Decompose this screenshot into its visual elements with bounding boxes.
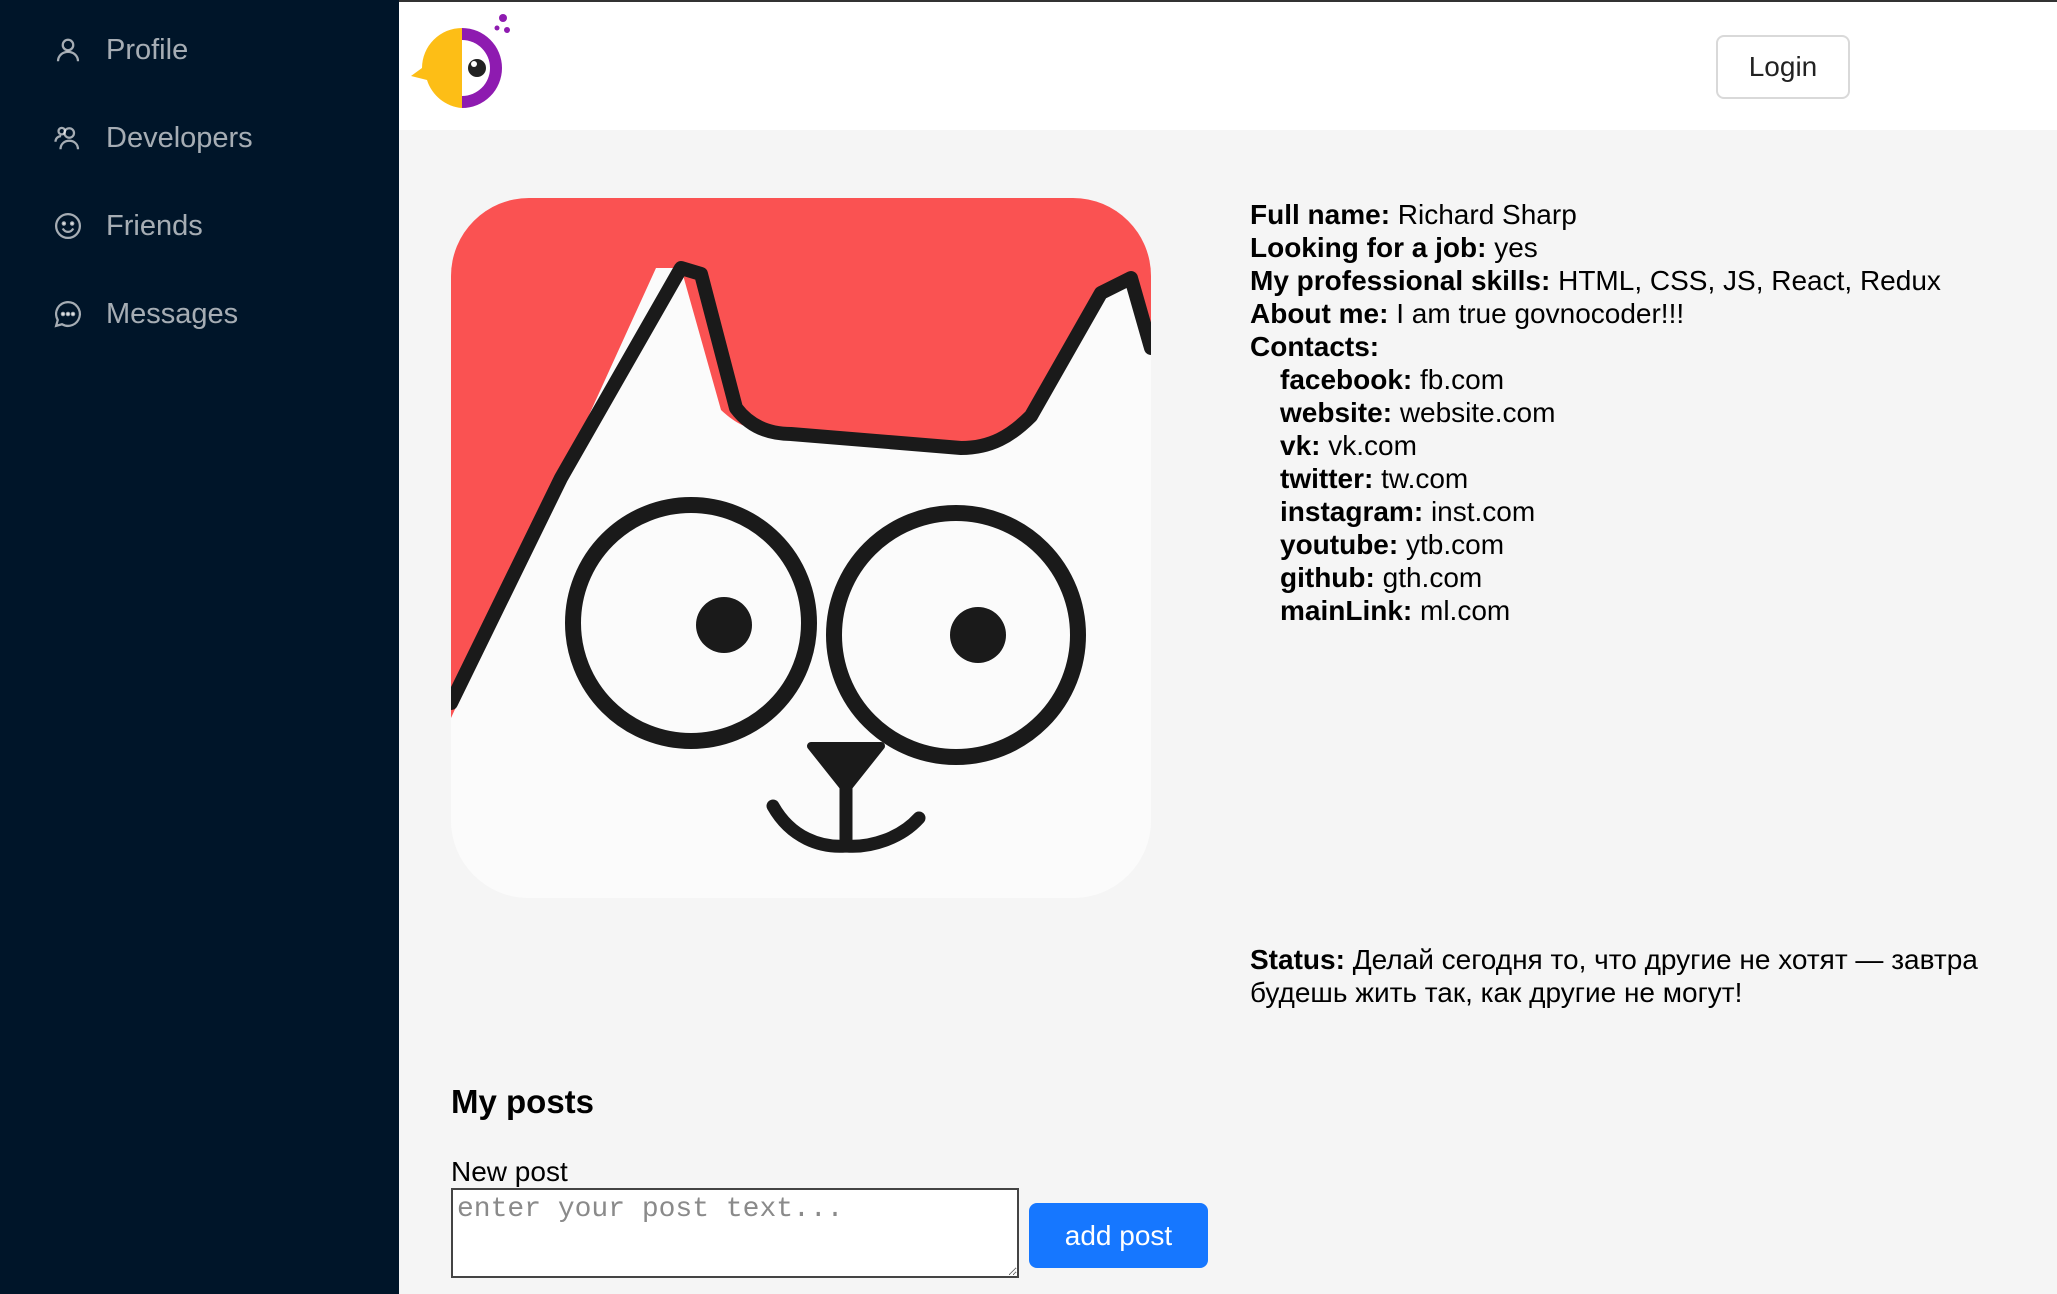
- contact-item: facebook: fb.com: [1280, 363, 1941, 396]
- message-icon: [52, 298, 84, 330]
- about-row: About me: I am true govnocoder!!!: [1250, 297, 1941, 330]
- sidebar: Profile Developers Friends Messages: [0, 0, 399, 1294]
- contact-value: tw.com: [1381, 463, 1469, 494]
- contact-key: twitter:: [1280, 463, 1374, 494]
- contact-item: youtube: ytb.com: [1280, 528, 1941, 561]
- contact-key: facebook:: [1280, 364, 1413, 395]
- contact-key: github:: [1280, 562, 1375, 593]
- sidebar-item-messages[interactable]: Messages: [52, 294, 238, 334]
- contact-value: website.com: [1399, 397, 1556, 428]
- full-name-row: Full name: Richard Sharp: [1250, 198, 1941, 231]
- smile-icon: [52, 210, 84, 242]
- contact-item: website: website.com: [1280, 396, 1941, 429]
- post-textarea[interactable]: [451, 1188, 1019, 1278]
- sidebar-item-label: Messages: [106, 297, 239, 330]
- looking-for-job-row: Looking for a job: yes: [1250, 231, 1941, 264]
- full-name-value: Richard Sharp: [1397, 199, 1577, 230]
- profile-info: Full name: Richard Sharp Looking for a j…: [1250, 198, 1941, 627]
- sidebar-item-friends[interactable]: Friends: [52, 206, 203, 246]
- contact-value: vk.com: [1328, 430, 1417, 461]
- add-post-button[interactable]: add post: [1029, 1203, 1208, 1268]
- contact-value: ml.com: [1420, 595, 1511, 626]
- contact-item: vk: vk.com: [1280, 429, 1941, 462]
- about-value: I am true govnocoder!!!: [1396, 298, 1685, 329]
- header: Login: [399, 0, 2057, 130]
- field-label: Looking for a job:: [1250, 232, 1487, 263]
- looking-for-job-value: yes: [1494, 232, 1538, 263]
- sidebar-item-label: Developers: [106, 121, 253, 154]
- field-label: My professional skills:: [1250, 265, 1551, 296]
- contact-key: vk:: [1280, 430, 1321, 461]
- posts-title: My posts: [451, 1083, 595, 1120]
- contact-value: fb.com: [1420, 364, 1505, 395]
- contact-key: mainLink:: [1280, 595, 1413, 626]
- user-icon: [52, 34, 84, 66]
- contact-item: mainLink: ml.com: [1280, 594, 1941, 627]
- field-label: Full name:: [1250, 199, 1391, 230]
- contact-value: gth.com: [1382, 562, 1483, 593]
- avatar: [451, 198, 1151, 898]
- contacts-heading: Contacts:: [1250, 331, 1380, 362]
- contact-item: twitter: tw.com: [1280, 462, 1941, 495]
- team-icon: [52, 122, 84, 154]
- contact-key: website:: [1280, 397, 1393, 428]
- contact-value: inst.com: [1430, 496, 1536, 527]
- contact-key: youtube:: [1280, 529, 1399, 560]
- cat-avatar: [451, 198, 1151, 898]
- sidebar-item-profile[interactable]: Profile: [52, 30, 188, 70]
- status-text: Делай сегодня то, что другие не хотят — …: [1250, 944, 1978, 1008]
- login-button[interactable]: Login: [1716, 35, 1850, 99]
- sidebar-item-label: Profile: [106, 33, 189, 66]
- skills-row: My professional skills: HTML, CSS, JS, R…: [1250, 264, 1941, 297]
- contact-key: instagram:: [1280, 496, 1424, 527]
- field-label: About me:: [1250, 298, 1389, 329]
- parrot-logo-icon[interactable]: [407, 10, 517, 114]
- new-post-label: New post: [451, 1156, 568, 1187]
- status[interactable]: Status: Делай сегодня то, что другие не …: [1250, 943, 2030, 1009]
- sidebar-item-developers[interactable]: Developers: [52, 118, 253, 158]
- contact-item: instagram: inst.com: [1280, 495, 1941, 528]
- contacts-list: facebook: fb.com website: website.com vk…: [1250, 363, 1941, 627]
- skills-value: HTML, CSS, JS, React, Redux: [1558, 265, 1941, 296]
- sidebar-item-label: Friends: [106, 209, 203, 242]
- status-label: Status:: [1250, 944, 1345, 975]
- contact-item: github: gth.com: [1280, 561, 1941, 594]
- contact-value: ytb.com: [1406, 529, 1505, 560]
